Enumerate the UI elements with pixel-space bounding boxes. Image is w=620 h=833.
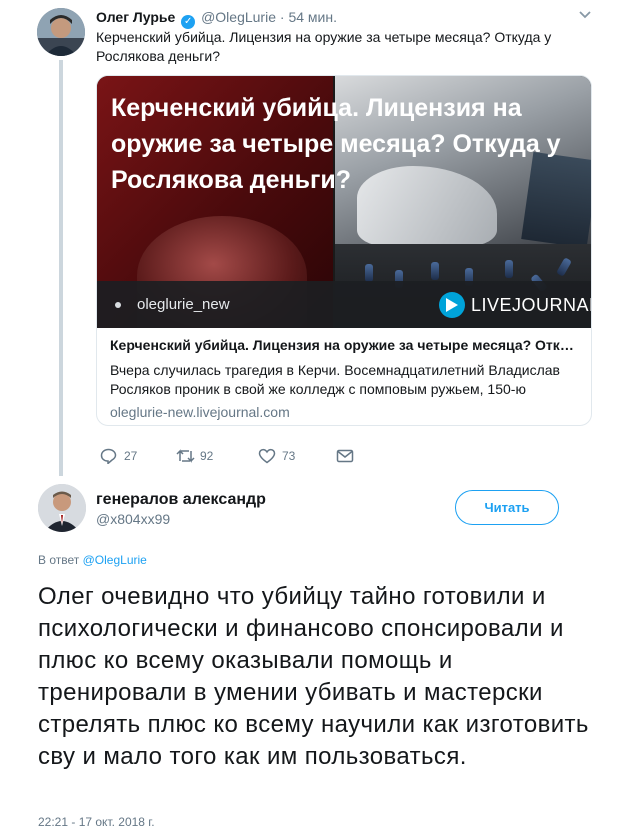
reply-timestamp[interactable]: 22:21 - 17 окт. 2018 г. [38,814,155,830]
card-image-username: oleglurie_new [137,296,230,313]
tweet-header: Олег Лурье ✓ @OlegLurie · 54 мин. [96,8,337,29]
card-image: Керченский убийца. Лицензия на оружие за… [97,76,592,328]
livejournal-logo-icon [439,292,465,318]
thread-connector-line [59,60,63,476]
verified-badge-icon: ✓ [181,15,196,29]
reply-to-handle[interactable]: @OlegLurie [83,553,147,567]
card-image-headline: Керченский убийца. Лицензия на оружие за… [111,94,561,194]
chevron-down-icon[interactable] [578,10,592,20]
reply-tweet-text: Олег очевидно что убийцу тайно готовили … [38,583,589,770]
card-title: Керченский убийца. Лицензия на оружие за… [110,337,580,353]
reply-prefix: В ответ [38,553,80,567]
reply-author-name[interactable]: генералов александр [96,489,266,510]
main-tweet: Олег Лурье ✓ @OlegLurie · 54 мин. Керчен… [0,0,620,478]
like-count: 73 [282,449,296,463]
author-handle[interactable]: @OlegLurie [201,9,276,25]
retweet-icon [176,449,195,463]
reply-context: В ответ @OlegLurie [38,552,147,568]
reply-author-avatar[interactable] [38,484,86,532]
card-image-footer: oleglurie_new LIVEJOURNAL [97,281,592,328]
card-domain: oleglurie-new.livejournal.com [110,404,290,420]
header-separator: · [279,9,285,25]
link-preview-card[interactable]: Керченский убийца. Лицензия на оружие за… [96,75,592,426]
user-marker-icon [115,302,121,308]
retweet-count: 92 [200,449,214,463]
like-icon [258,448,276,464]
tweet-text: Керченский убийца. Лицензия на оружие за… [96,29,552,64]
reply-count: 27 [124,449,138,463]
livejournal-brand-text: LIVEJOURNAL [471,295,592,315]
card-body: Керченский убийца. Лицензия на оружие за… [110,336,580,422]
follow-button[interactable]: Читать [455,490,559,525]
reply-icon [100,448,117,464]
direct-message-icon [336,449,354,463]
author-avatar[interactable] [37,8,85,56]
author-name[interactable]: Олег Лурье [96,9,175,25]
reply-author-handle[interactable]: @x804xx99 [96,510,170,529]
card-description: Вчера случилась трагедия в Керчи. Восемн… [110,362,560,397]
tweet-time[interactable]: 54 мин. [288,9,337,25]
